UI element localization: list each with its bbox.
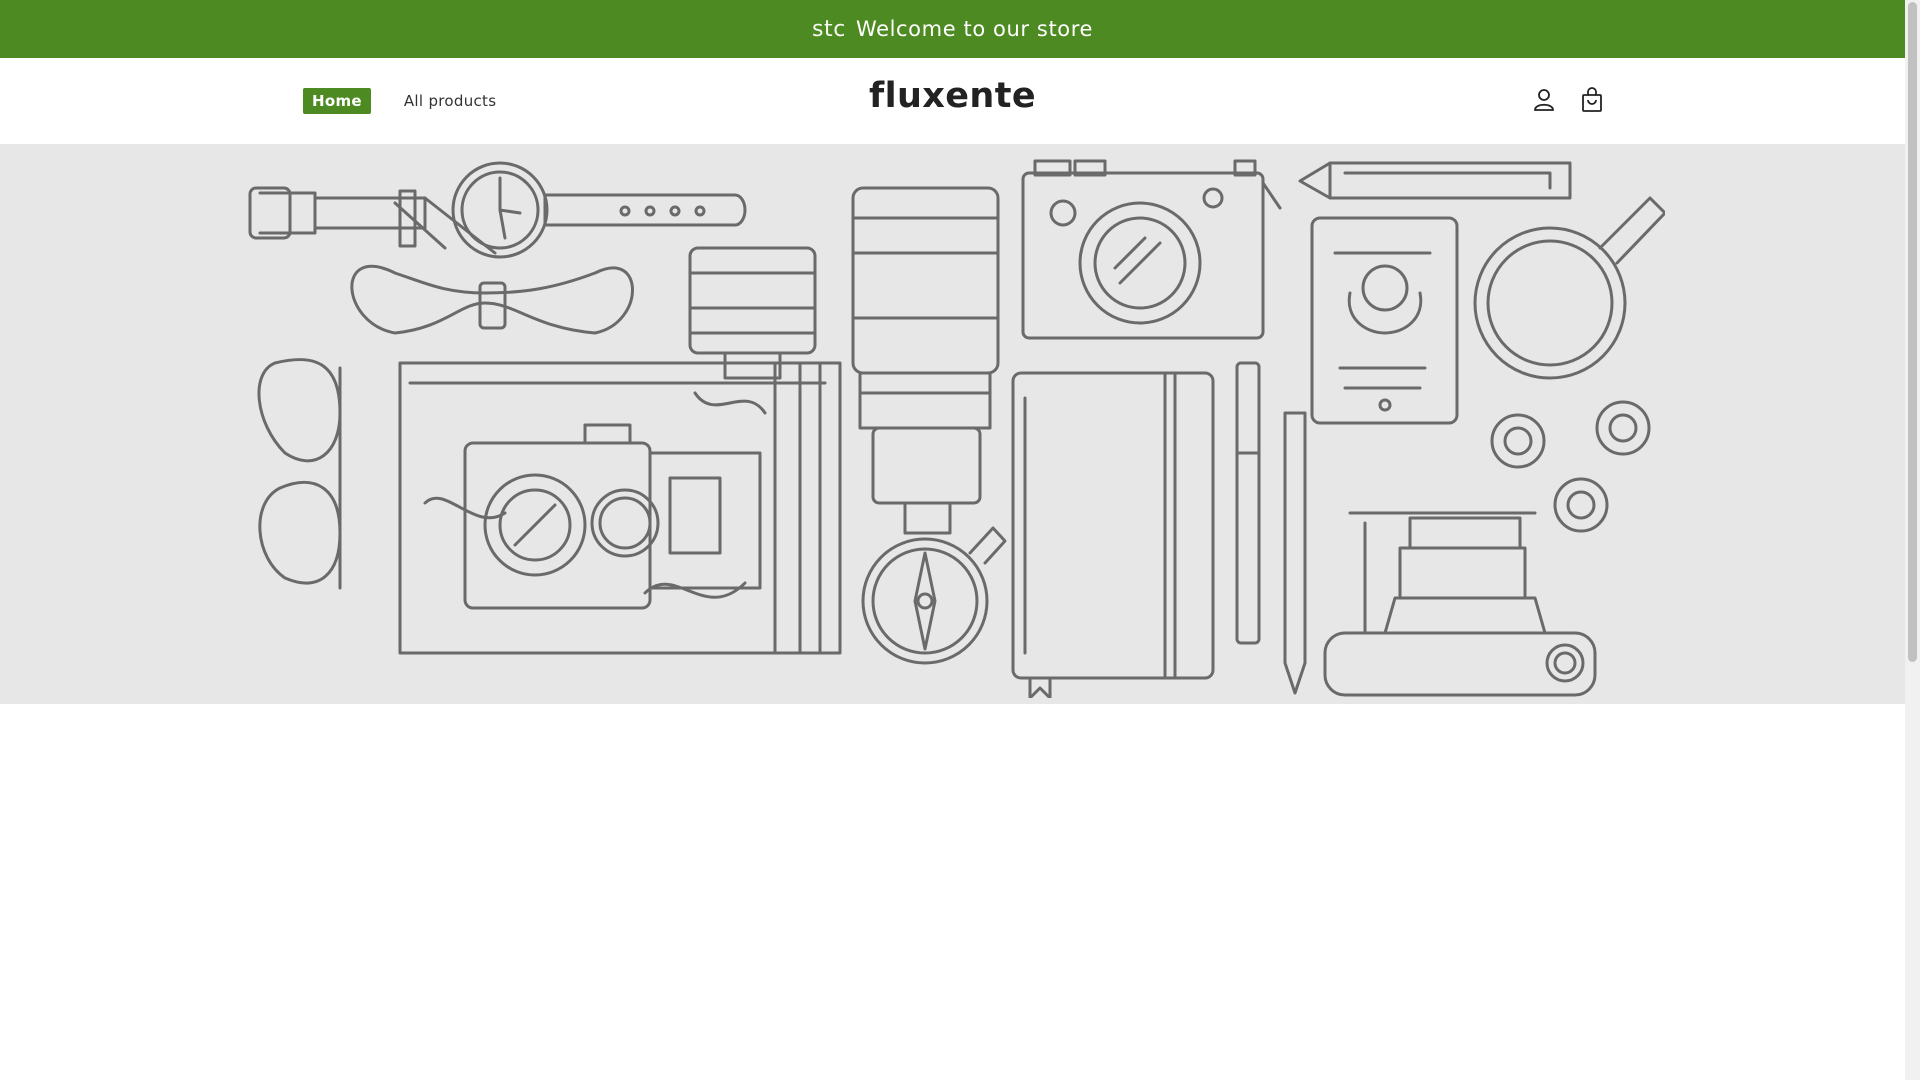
- passport-illustration: [1310, 216, 1459, 425]
- hero-illustration: [248, 159, 1665, 698]
- hero-banner: [0, 145, 1905, 704]
- scrollbar-thumb[interactable]: [1908, 2, 1917, 662]
- page: stc Welcome to our store Home All produc…: [0, 0, 1905, 1080]
- site-header: Home All products fluxente: [0, 58, 1905, 145]
- pen-illustration: [1235, 361, 1307, 695]
- magnifier-illustration: [1473, 196, 1665, 380]
- account-icon[interactable]: [1530, 84, 1558, 116]
- lens-illustration: [688, 246, 817, 380]
- pencil-illustration: [1298, 161, 1572, 200]
- watch-illustration: [248, 161, 747, 259]
- camera-illustration: [1021, 159, 1282, 340]
- compass-illustration: [861, 526, 1007, 665]
- header-icons: [1530, 84, 1606, 116]
- bow-tie-illustration: [350, 196, 634, 335]
- announcement-text: Welcome to our store: [855, 17, 1094, 41]
- announcement-ghost-text: stc: [811, 16, 846, 42]
- glasses-illustration: [257, 358, 342, 590]
- store-logo[interactable]: fluxente: [0, 76, 1905, 116]
- telephoto-lens-illustration: [851, 186, 1000, 535]
- vertical-scrollbar[interactable]: [1905, 0, 1920, 1080]
- notebook-illustration: [1011, 371, 1215, 698]
- cart-icon[interactable]: [1578, 84, 1606, 116]
- film-camera-illustration: [1323, 511, 1597, 697]
- announcement-bar: stc Welcome to our store: [0, 0, 1905, 58]
- map-illustration: [398, 361, 842, 655]
